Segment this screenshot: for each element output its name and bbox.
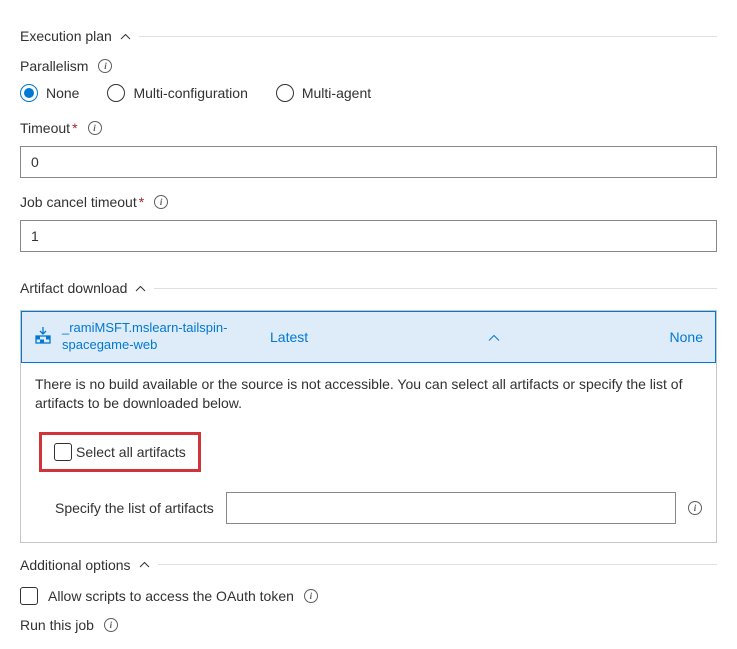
select-all-checkbox[interactable] bbox=[54, 443, 72, 461]
section-header-execution[interactable]: Execution plan bbox=[20, 28, 717, 44]
chevron-up-icon bbox=[139, 561, 150, 568]
timeout-label: Timeout* bbox=[20, 120, 78, 136]
allow-scripts-checkbox[interactable] bbox=[20, 587, 38, 605]
section-divider bbox=[158, 564, 717, 565]
artifact-name: _ramiMSFT.mslearn-tailspin-spacegame-web bbox=[62, 320, 252, 354]
radio-circle bbox=[107, 84, 125, 102]
timeout-label-row: Timeout* i bbox=[20, 120, 717, 136]
info-icon[interactable]: i bbox=[154, 195, 168, 209]
section-divider bbox=[154, 288, 717, 289]
job-cancel-timeout-label-row: Job cancel timeout* i bbox=[20, 194, 717, 210]
artifact-header-row[interactable]: _ramiMSFT.mslearn-tailspin-spacegame-web… bbox=[21, 311, 716, 363]
radio-multi-agent[interactable]: Multi-agent bbox=[276, 84, 371, 102]
run-job-row: Run this job i bbox=[20, 617, 717, 633]
info-icon[interactable]: i bbox=[688, 501, 702, 515]
run-job-label: Run this job bbox=[20, 617, 94, 633]
artifact-collapse-chevron[interactable] bbox=[488, 329, 500, 345]
artifact-version: Latest bbox=[270, 329, 308, 345]
specify-artifacts-row: Specify the list of artifacts i bbox=[35, 492, 702, 524]
select-all-artifacts-highlight: Select all artifacts bbox=[39, 432, 201, 472]
specify-artifacts-input[interactable] bbox=[226, 492, 676, 524]
radio-circle-selected bbox=[20, 84, 38, 102]
info-icon[interactable]: i bbox=[104, 618, 118, 632]
radio-multi-config-label: Multi-configuration bbox=[133, 85, 247, 101]
section-divider bbox=[139, 36, 717, 37]
job-cancel-timeout-input[interactable] bbox=[20, 220, 717, 252]
artifact-message: There is no build available or the sourc… bbox=[35, 375, 702, 414]
radio-circle bbox=[276, 84, 294, 102]
chevron-up-icon bbox=[135, 285, 146, 292]
parallelism-label-row: Parallelism i bbox=[20, 58, 717, 74]
radio-multi-agent-label: Multi-agent bbox=[302, 85, 371, 101]
chevron-up-icon bbox=[120, 33, 131, 40]
artifact-selection: None bbox=[670, 329, 703, 345]
artifact-body: There is no build available or the sourc… bbox=[21, 363, 716, 542]
section-title-artifact: Artifact download bbox=[20, 280, 127, 296]
radio-none-label: None bbox=[46, 85, 79, 101]
section-header-additional[interactable]: Additional options bbox=[20, 557, 717, 573]
job-cancel-timeout-label: Job cancel timeout* bbox=[20, 194, 144, 210]
radio-none[interactable]: None bbox=[20, 84, 79, 102]
radio-multi-config[interactable]: Multi-configuration bbox=[107, 84, 247, 102]
section-title-execution: Execution plan bbox=[20, 28, 112, 44]
info-icon[interactable]: i bbox=[304, 589, 318, 603]
specify-label: Specify the list of artifacts bbox=[55, 500, 214, 516]
allow-scripts-row: Allow scripts to access the OAuth token … bbox=[20, 587, 717, 605]
parallelism-radio-group: None Multi-configuration Multi-agent bbox=[20, 84, 717, 102]
artifact-download-icon bbox=[34, 326, 52, 347]
info-icon[interactable]: i bbox=[88, 121, 102, 135]
parallelism-label: Parallelism bbox=[20, 58, 88, 74]
section-title-additional: Additional options bbox=[20, 557, 131, 573]
select-all-label: Select all artifacts bbox=[76, 444, 186, 460]
timeout-input[interactable] bbox=[20, 146, 717, 178]
allow-scripts-label: Allow scripts to access the OAuth token bbox=[48, 588, 294, 604]
info-icon[interactable]: i bbox=[98, 59, 112, 73]
section-header-artifact[interactable]: Artifact download bbox=[20, 280, 717, 296]
artifact-panel: _ramiMSFT.mslearn-tailspin-spacegame-web… bbox=[20, 310, 717, 543]
